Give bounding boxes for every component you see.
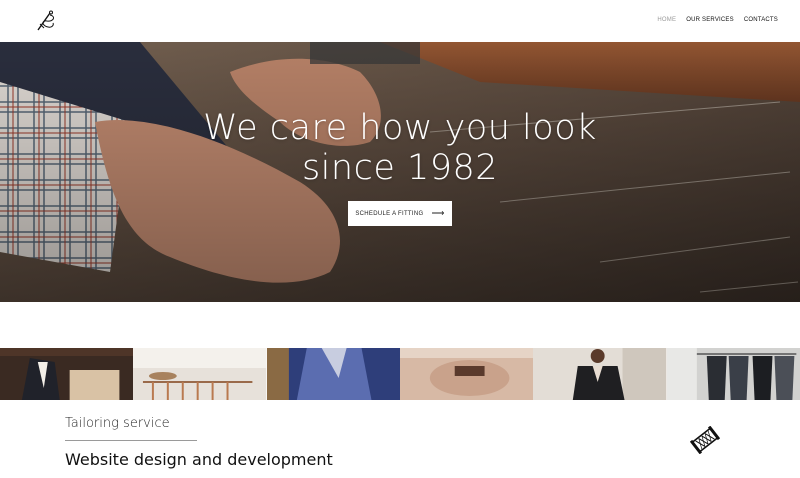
service-label: Tailoring service [65,416,170,431]
site-header: HOME OUR SERVICES CONTACTS [0,0,800,42]
schedule-fitting-button[interactable]: SCHEDULE A FITTING ⟶ [348,201,452,226]
gallery-tile-suit-mannequin[interactable] [0,348,134,400]
nav-home[interactable]: HOME [657,17,676,23]
gallery-tile-hanging-suits[interactable] [666,348,800,400]
project-title: Website design and development [65,450,333,469]
nav-contacts[interactable]: CONTACTS [744,17,778,23]
schedule-fitting-label: SCHEDULE A FITTING [355,210,424,217]
gallery-strip [0,348,800,400]
hero-banner: We care how you look since 1982 SCHEDULE… [0,42,800,302]
hero-title: We care how you look since 1982 [203,108,597,188]
gallery-tile-clothes-rack[interactable] [133,348,267,400]
arrow-right-icon: ⟶ [431,208,445,218]
thread-spool-icon [690,426,720,454]
gallery-tile-tailor-hands[interactable] [399,348,534,400]
main-nav: HOME OUR SERVICES CONTACTS [657,17,778,23]
gallery-tile-blue-jacket[interactable] [266,348,400,400]
needle-thread-icon[interactable] [34,10,58,32]
gallery-tile-woman-blazer[interactable] [533,348,667,400]
divider [65,440,197,441]
nav-our-services[interactable]: OUR SERVICES [686,17,734,23]
